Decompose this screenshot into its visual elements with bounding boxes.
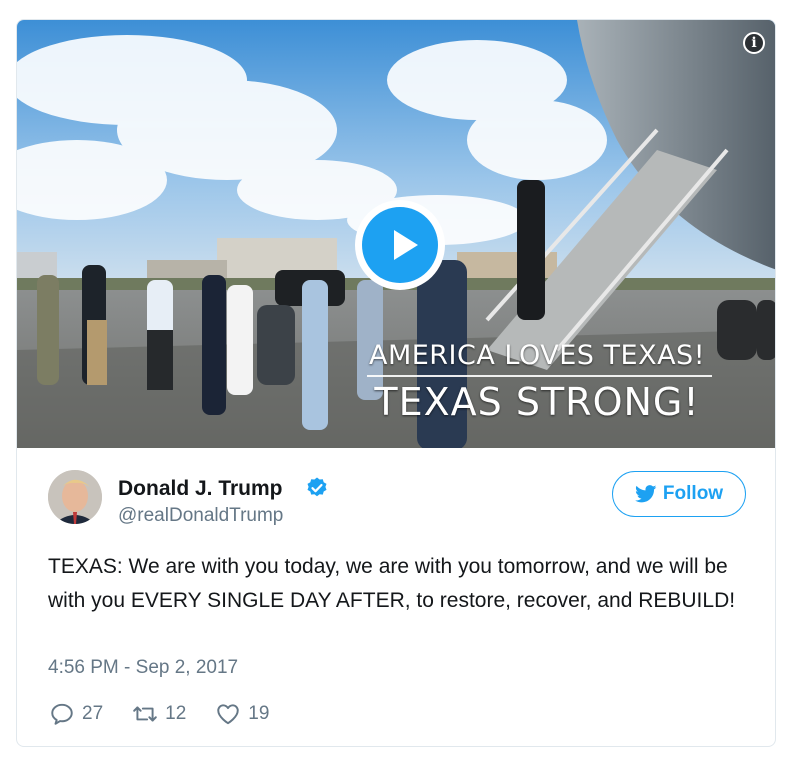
follow-label: Follow [662,483,724,504]
like-count: 19 [248,703,270,724]
video-overlay-line1: AMERICA LOVES TEXAS! [368,340,706,371]
retweet-count: 12 [165,703,187,724]
video-overlay-line2: TEXAS STRONG! [374,380,700,424]
retweet-button[interactable]: 12 [131,701,186,727]
video-player[interactable]: i AMERICA LOVES TEXAS! TEXAS STRONG! [17,20,775,448]
heart-icon [217,704,240,725]
overlay-divider [367,375,712,377]
verified-badge-icon [307,477,327,497]
retweet-icon [133,706,157,722]
tweet-card: i AMERICA LOVES TEXAS! TEXAS STRONG! Don… [16,19,776,747]
play-button[interactable] [355,200,445,290]
tweet-timestamp[interactable]: 4:56 PM - Sep 2, 2017 [48,657,238,679]
play-icon [362,207,438,283]
tweet-actions: 27 12 19 [48,700,297,728]
twitter-bird-icon [634,485,657,503]
tweet-text: TEXAS: We are with you today, we are wit… [48,555,736,612]
author-name[interactable]: Donald J. Trump [118,477,283,501]
reply-icon [51,703,73,725]
reply-count: 27 [82,703,104,724]
author-handle[interactable]: @realDonaldTrump [118,505,283,527]
like-button[interactable]: 19 [214,701,269,727]
follow-button[interactable]: Follow [612,471,746,517]
reply-button[interactable]: 27 [48,701,103,727]
info-icon[interactable]: i [743,32,765,54]
avatar[interactable] [48,470,102,524]
